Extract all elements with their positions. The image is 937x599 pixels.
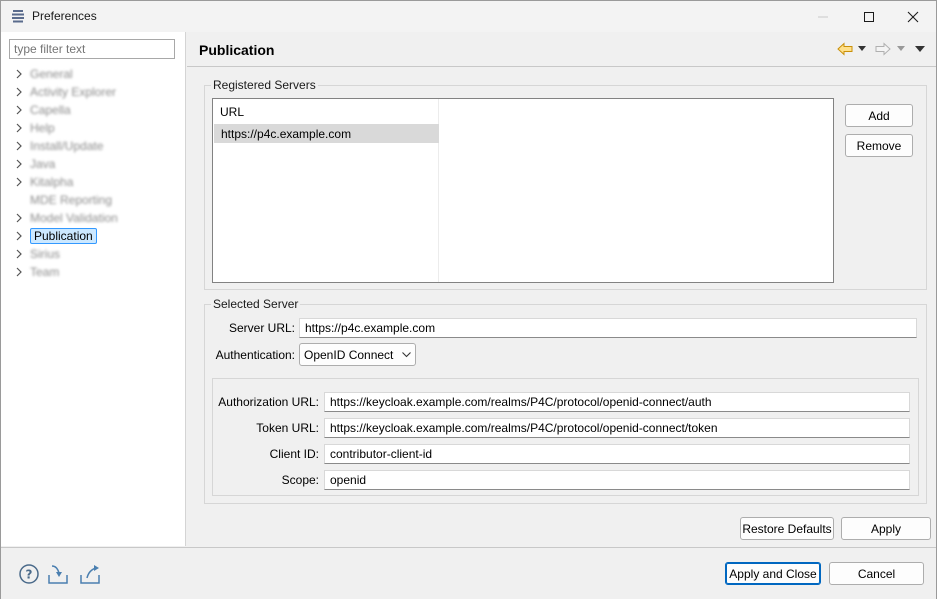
authentication-select[interactable]: OpenID Connect	[299, 343, 416, 366]
preferences-window: Preferences General Activity Explorer Ca…	[0, 0, 937, 599]
chevron-right-icon[interactable]	[13, 86, 25, 98]
tree-item-java[interactable]: Java	[13, 155, 55, 173]
tree-item-label: Model Validation	[30, 211, 118, 225]
chevron-right-icon[interactable]	[13, 158, 25, 170]
minimize-button[interactable]	[800, 1, 846, 32]
preference-tree-pane: General Activity Explorer Capella Help I…	[1, 32, 186, 546]
tree-item-capella[interactable]: Capella	[13, 101, 71, 119]
apply-button[interactable]: Apply	[841, 517, 931, 540]
chevron-right-icon[interactable]	[13, 68, 25, 80]
tree-item-publication[interactable]: Publication	[13, 227, 97, 245]
registered-servers-legend: Registered Servers	[211, 78, 318, 92]
tree-item-sirius[interactable]: Sirius	[13, 245, 60, 263]
chevron-down-icon	[858, 46, 866, 51]
chevron-right-icon[interactable]	[13, 122, 25, 134]
maximize-icon	[864, 11, 874, 22]
scope-label: Scope:	[281, 473, 319, 487]
tree-item-label: Install/Update	[30, 139, 104, 153]
authentication-value: OpenID Connect	[304, 347, 394, 362]
export-icon[interactable]	[79, 563, 101, 585]
tree-item-label: Sirius	[30, 247, 61, 261]
token-url-label: Token URL:	[256, 421, 319, 435]
remove-server-button[interactable]: Remove	[845, 134, 913, 157]
chevron-down-icon	[897, 46, 905, 51]
tree-item-label: Java	[30, 157, 56, 171]
close-icon	[907, 11, 919, 22]
tree-item-team[interactable]: Team	[13, 263, 59, 281]
tree-item-mde-reporting[interactable]: MDE Reporting	[13, 191, 112, 209]
chevron-right-icon[interactable]	[13, 104, 25, 116]
close-window-button[interactable]	[890, 1, 936, 32]
scope-field[interactable]: openid	[324, 470, 910, 490]
client-id-label: Client ID:	[269, 447, 319, 461]
tree-item-kitalpha[interactable]: Kitalpha	[13, 173, 73, 191]
app-icon	[12, 10, 24, 23]
server-url-label: Server URL:	[228, 321, 295, 335]
forward-menu-button[interactable]	[897, 41, 905, 57]
authorization-url-label: Authorization URL:	[218, 395, 319, 409]
server-url-field[interactable]: https://p4c.example.com	[299, 318, 917, 338]
authorization-url-field[interactable]: https://keycloak.example.com/realms/P4C/…	[324, 392, 910, 412]
back-menu-button[interactable]	[858, 41, 866, 57]
tree-item-label: Help	[30, 121, 55, 135]
tree-item-label: Capella	[30, 103, 71, 117]
import-icon[interactable]	[47, 563, 69, 585]
table-row[interactable]: https://p4c.example.com	[214, 124, 439, 143]
page-title: Publication	[199, 42, 275, 58]
apply-and-close-button[interactable]: Apply and Close	[725, 562, 821, 585]
selected-server-legend: Selected Server	[211, 297, 301, 311]
token-url-field[interactable]: https://keycloak.example.com/realms/P4C/…	[324, 418, 910, 438]
tree-item-help[interactable]: Help	[13, 119, 55, 137]
chevron-right-icon[interactable]	[13, 266, 25, 278]
maximize-button[interactable]	[846, 1, 892, 32]
chevron-down-icon	[402, 351, 411, 357]
tree-item-activity-explorer[interactable]: Activity Explorer	[13, 83, 116, 101]
chevron-right-icon[interactable]	[13, 176, 25, 188]
chevron-right-icon[interactable]	[13, 248, 25, 260]
help-icon[interactable]: ?	[18, 563, 40, 585]
servers-table[interactable]: URL https://p4c.example.com	[212, 98, 834, 283]
view-menu-icon	[915, 45, 925, 52]
title-bar: Preferences	[1, 1, 936, 32]
client-id-field[interactable]: contributor-client-id	[324, 444, 910, 464]
page-header: Publication	[187, 32, 936, 67]
window-title: Preferences	[32, 9, 97, 23]
tree-item-label: Team	[30, 265, 60, 279]
dialog-footer: ? Apply and Close Cancel	[1, 547, 936, 599]
cancel-button[interactable]: Cancel	[829, 562, 924, 585]
chevron-right-icon[interactable]	[13, 230, 25, 242]
forward-button[interactable]	[875, 41, 891, 57]
filter-input[interactable]	[9, 39, 175, 59]
minimize-icon	[818, 16, 828, 17]
tree-item-label: Activity Explorer	[30, 85, 117, 99]
tree-item-model-validation[interactable]: Model Validation	[13, 209, 118, 227]
chevron-right-icon[interactable]	[13, 140, 25, 152]
tree-item-label: Publication	[30, 228, 97, 244]
forward-arrow-icon	[875, 42, 891, 56]
tree-item-install-update[interactable]: Install/Update	[13, 137, 103, 155]
url-column-header[interactable]: URL	[220, 105, 244, 119]
authentication-label: Authentication:	[215, 348, 295, 362]
tree-item-label: MDE Reporting	[30, 193, 113, 207]
back-arrow-icon	[837, 42, 853, 56]
back-button[interactable]	[837, 41, 853, 57]
tree-item-label: Kitalpha	[30, 175, 74, 189]
chevron-right-icon[interactable]	[13, 212, 25, 224]
tree-item-general[interactable]: General	[13, 65, 73, 83]
restore-defaults-button[interactable]: Restore Defaults	[740, 517, 834, 540]
tree-item-label: General	[30, 67, 73, 81]
svg-text:?: ?	[26, 568, 33, 582]
view-menu-button[interactable]	[915, 41, 925, 57]
add-server-button[interactable]: Add	[845, 104, 913, 127]
